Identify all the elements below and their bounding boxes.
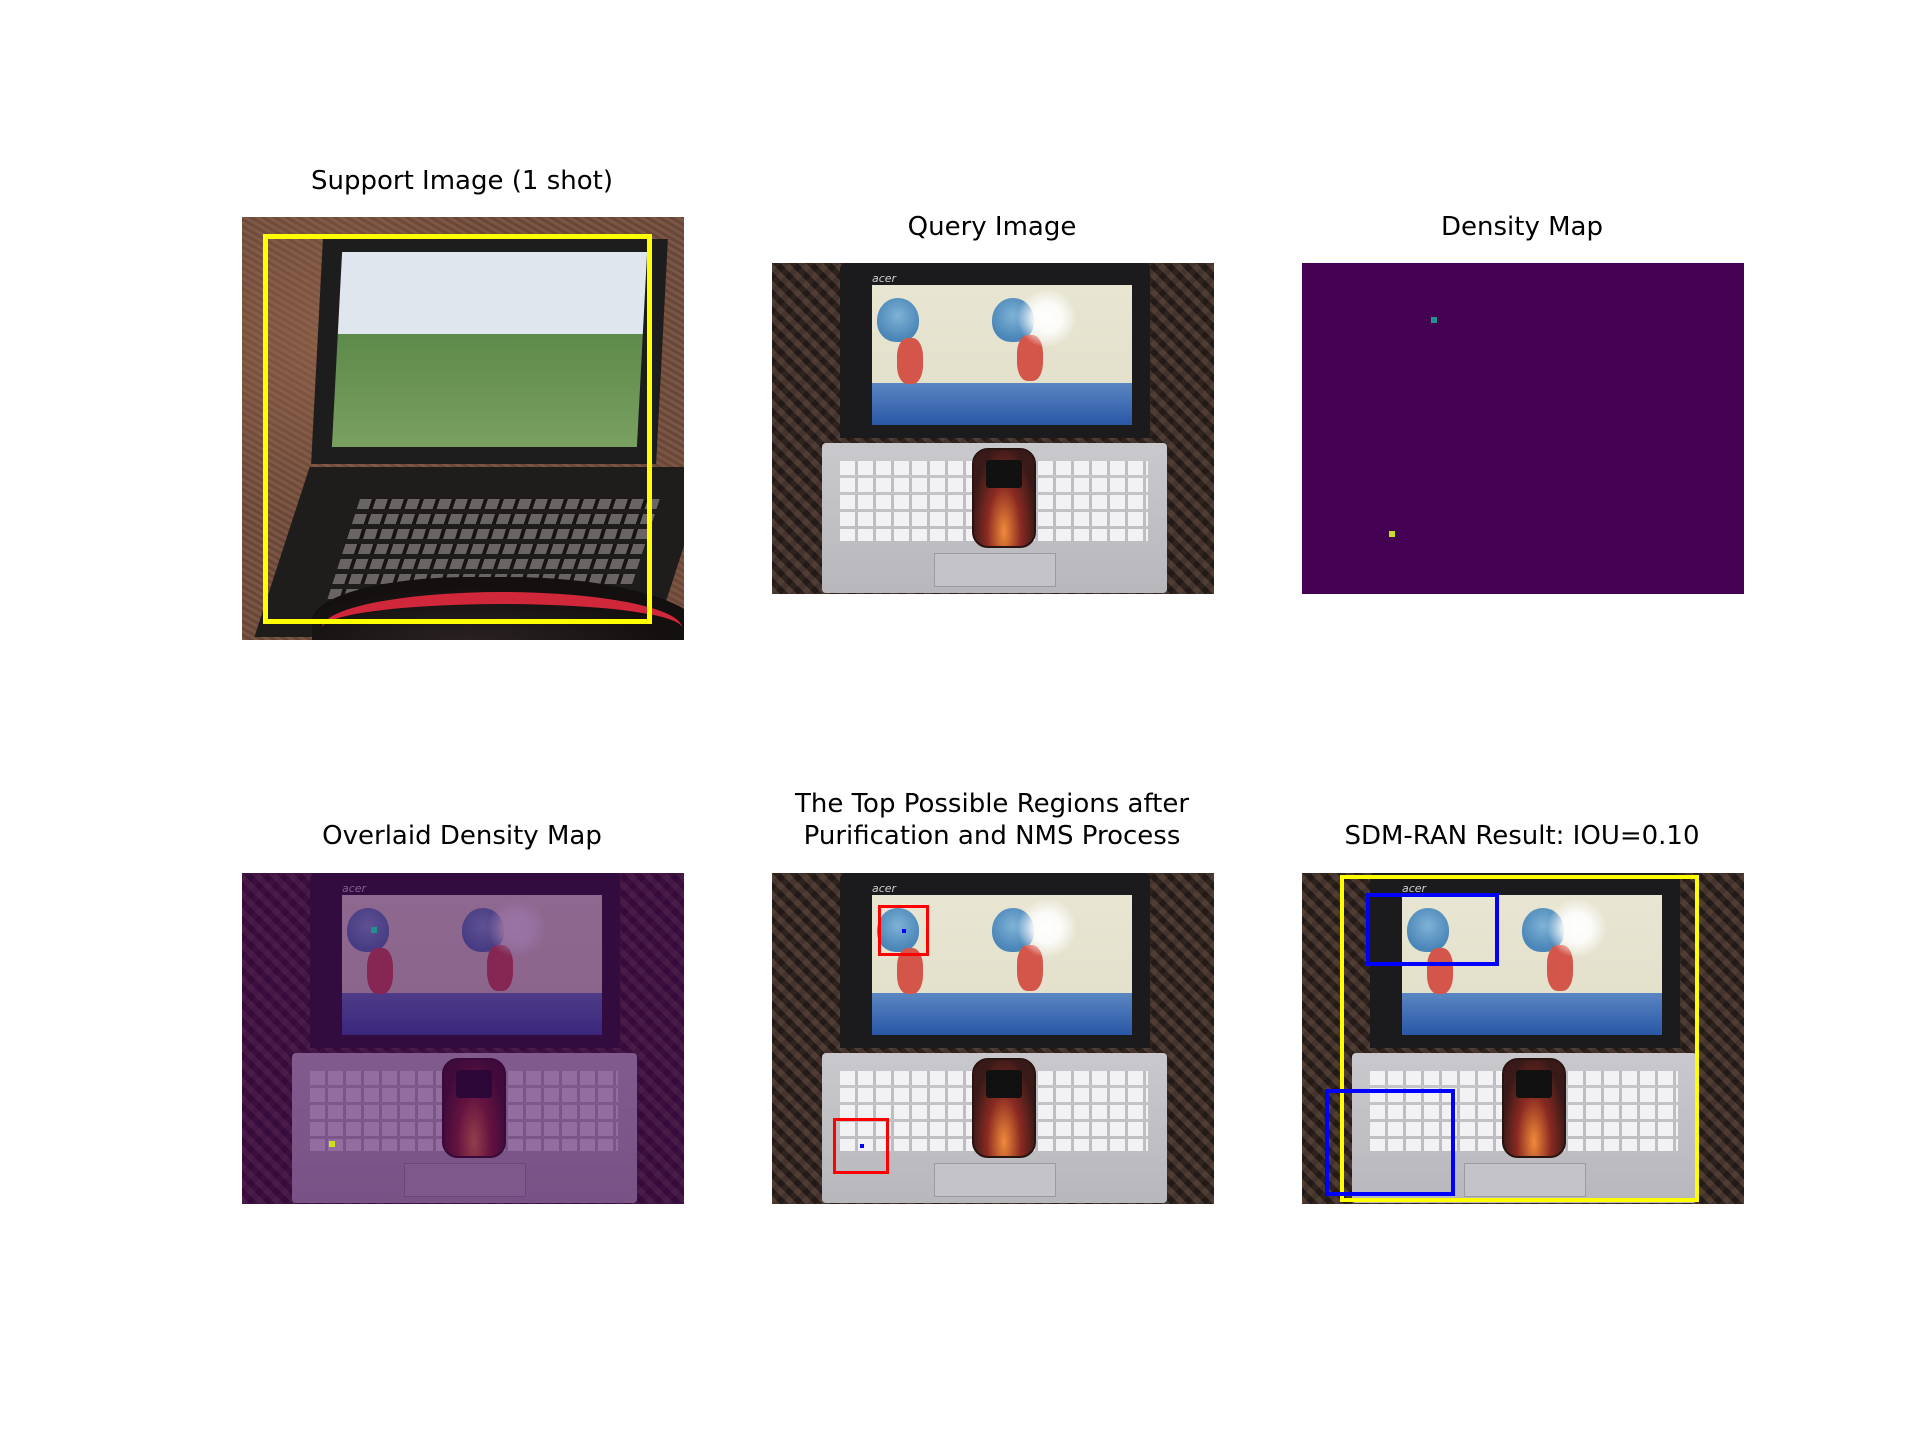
panel-title: Support Image (1 shot) (311, 166, 613, 196)
density-peak (371, 927, 377, 933)
region-center-dot (902, 929, 906, 933)
brand-logo: acer (872, 882, 897, 895)
region-center-dot (860, 1144, 864, 1148)
panel-title: Density Map (1441, 212, 1603, 242)
panel-title: The Top Possible Regions after Purificat… (712, 788, 1272, 852)
predicted-box (1366, 893, 1499, 966)
density-map (1302, 263, 1744, 594)
panel-title-line: Purification and NMS Process (803, 821, 1181, 851)
brand-logo: acer (872, 272, 897, 285)
panel-title: Query Image (907, 212, 1077, 242)
result-image: acer (1302, 873, 1744, 1204)
panel-title: Overlaid Density Map (322, 821, 602, 851)
support-image (242, 217, 684, 640)
density-peak (329, 1141, 335, 1147)
density-peak (1389, 531, 1395, 537)
density-peak (1431, 317, 1437, 323)
panel-title: SDM-RAN Result: IOU=0.10 (1344, 821, 1700, 851)
panel-title-line: The Top Possible Regions after (794, 789, 1190, 819)
overlaid-density-map: acer (242, 873, 684, 1204)
support-bounding-box (263, 234, 652, 624)
top-regions-image: acer (772, 873, 1214, 1204)
predicted-box (1325, 1089, 1455, 1196)
query-image: acer (772, 263, 1214, 594)
